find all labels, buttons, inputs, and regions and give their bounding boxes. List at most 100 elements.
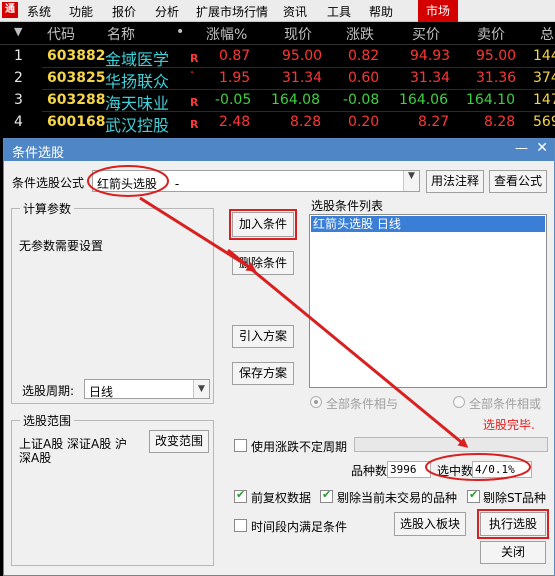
count-field: 3996 [387, 461, 431, 478]
price: 8.28 [290, 114, 322, 130]
count-label: 品种数 [351, 464, 388, 478]
progress-bar [354, 437, 548, 452]
add-to-block-button[interactable]: 选股入板块 [394, 512, 466, 536]
exclude-st-checkbox[interactable] [467, 488, 480, 503]
formula-label: 条件选股公式 [12, 176, 85, 190]
condition-select-dialog: 条件选股 — ✕ 条件选股公式 红箭头选股 - ▼ 用法注释 查看公式 计算参数… [3, 138, 555, 576]
restore-data-checkbox[interactable] [234, 488, 247, 503]
exclude-st-label: 剔除ST品种 [483, 491, 546, 505]
bid: 94.93 [410, 48, 451, 64]
menu-extended-market[interactable]: 扩展市场行情 [196, 3, 268, 20]
menu-news[interactable]: 资讯 [283, 3, 307, 20]
range-title: 选股范围 [20, 412, 75, 429]
list-item[interactable]: 红箭头选股 日线 [311, 216, 545, 232]
change: 0.60 [348, 70, 380, 86]
period-satisfy-checkbox[interactable] [234, 519, 247, 532]
col-name[interactable]: 名称 [107, 24, 135, 44]
stock-name: 武汉控股 [105, 116, 170, 135]
chevron-down-icon[interactable]: ▼ [193, 380, 209, 398]
radio-and[interactable] [310, 396, 322, 408]
price: 95.00 [282, 48, 323, 64]
delete-condition-button[interactable]: 删除条件 [232, 251, 294, 275]
ask: 95.00 [476, 48, 517, 64]
condition-list[interactable]: 红箭头选股 日线 [309, 214, 547, 388]
stock-code: 603882 [47, 48, 106, 64]
uncertain-period-label: 使用涨跌不定周期 [251, 440, 348, 454]
menu-tools[interactable]: 工具 [327, 3, 351, 20]
change-pct: 1.95 [219, 70, 251, 86]
formula-value: 红箭头选股 - [97, 177, 180, 191]
col-change[interactable]: 涨跌 [346, 24, 374, 44]
change-pct: -0.05 [215, 92, 252, 108]
row-index: 3 [14, 92, 23, 108]
view-formula-button[interactable]: 查看公式 [489, 170, 547, 193]
price: 164.08 [271, 92, 320, 108]
execute-selection-button[interactable]: 执行选股 [477, 509, 549, 539]
exclude-inactive-label: 剔除当前未交易的品种 [337, 491, 458, 505]
ask: 8.28 [484, 114, 516, 130]
col-code[interactable]: 代码 [47, 24, 75, 44]
total-volume: 374 [533, 70, 555, 86]
minimize-icon[interactable]: — [515, 141, 528, 156]
status-text: 选股完毕. [483, 418, 535, 432]
col-dot: • [176, 24, 185, 40]
menu-quote[interactable]: 报价 [112, 3, 136, 20]
row-index: 4 [14, 114, 23, 130]
restore-data-label: 前复权数据 [251, 491, 312, 505]
formula-select[interactable]: 红箭头选股 - ▼ [92, 170, 420, 192]
change-pct: 0.87 [219, 48, 251, 64]
ask: 31.36 [476, 70, 517, 86]
flag-r: R [190, 96, 199, 109]
no-params-text: 无参数需要设置 [19, 239, 104, 253]
menu-function[interactable]: 功能 [69, 3, 93, 20]
period-satisfy-label: 时间段内满足条件 [251, 520, 348, 534]
col-total[interactable]: 总 [540, 24, 554, 44]
chevron-down-icon[interactable]: ▼ [403, 171, 419, 191]
row-index: 1 [14, 48, 23, 64]
menu-analysis[interactable]: 分析 [155, 3, 179, 20]
change-range-button[interactable]: 改变范围 [149, 430, 209, 453]
change: 0.82 [348, 48, 380, 64]
period-label: 选股周期: [22, 384, 75, 398]
close-icon[interactable]: ✕ [536, 140, 548, 156]
col-price[interactable]: 现价 [284, 24, 312, 44]
change: 0.20 [348, 114, 380, 130]
total-volume: 147 [533, 92, 555, 108]
menu-help[interactable]: 帮助 [369, 3, 393, 20]
radio-or-label: 全部条件相或 [469, 397, 542, 411]
close-button[interactable]: 关闭 [480, 541, 546, 564]
stock-code: 600168 [47, 114, 106, 130]
condition-list-label: 选股条件列表 [311, 199, 384, 213]
ask: 164.10 [466, 92, 515, 108]
usage-notes-button[interactable]: 用法注释 [426, 170, 484, 193]
uncertain-period-checkbox[interactable] [234, 439, 247, 452]
change: -0.08 [343, 92, 380, 108]
exclude-inactive-checkbox[interactable] [320, 488, 333, 503]
radio-or[interactable] [453, 396, 465, 408]
range-group: 选股范围 上证A股 深证A股 沪 深A股 改变范围 [11, 412, 214, 566]
import-plan-button[interactable]: 引入方案 [232, 325, 294, 348]
total-volume: 569 [533, 114, 555, 130]
menu-system[interactable]: 系统 [27, 3, 51, 20]
header-divider [0, 44, 555, 45]
flag-r: R [190, 52, 199, 65]
sort-arrow-icon[interactable]: ▼ [14, 25, 22, 38]
period-value: 日线 [89, 385, 114, 399]
stock-code: 603288 [47, 92, 106, 108]
bid: 164.06 [399, 92, 448, 108]
calc-params-group: 计算参数 无参数需要设置 选股周期: 日线 ▼ [11, 200, 214, 404]
col-change-pct[interactable]: 涨幅% [206, 24, 247, 44]
col-bid[interactable]: 买价 [412, 24, 440, 44]
quote-table: ▼ 代码 名称 • 涨幅% 现价 涨跌 买价 卖价 总 1 603882 金域医… [0, 22, 555, 138]
calc-params-title: 计算参数 [20, 200, 75, 217]
dialog-titlebar[interactable]: 条件选股 — ✕ [4, 139, 554, 161]
col-ask[interactable]: 卖价 [477, 24, 505, 44]
add-condition-button[interactable]: 加入条件 [229, 209, 297, 240]
total-volume: 144 [533, 48, 555, 64]
range-text-continued: 深A股 [19, 451, 52, 465]
price: 31.34 [282, 70, 323, 86]
menu-market[interactable]: 市场 [418, 0, 459, 22]
bid: 31.34 [410, 70, 451, 86]
period-select[interactable]: 日线 ▼ [84, 379, 210, 399]
save-plan-button[interactable]: 保存方案 [232, 362, 294, 385]
